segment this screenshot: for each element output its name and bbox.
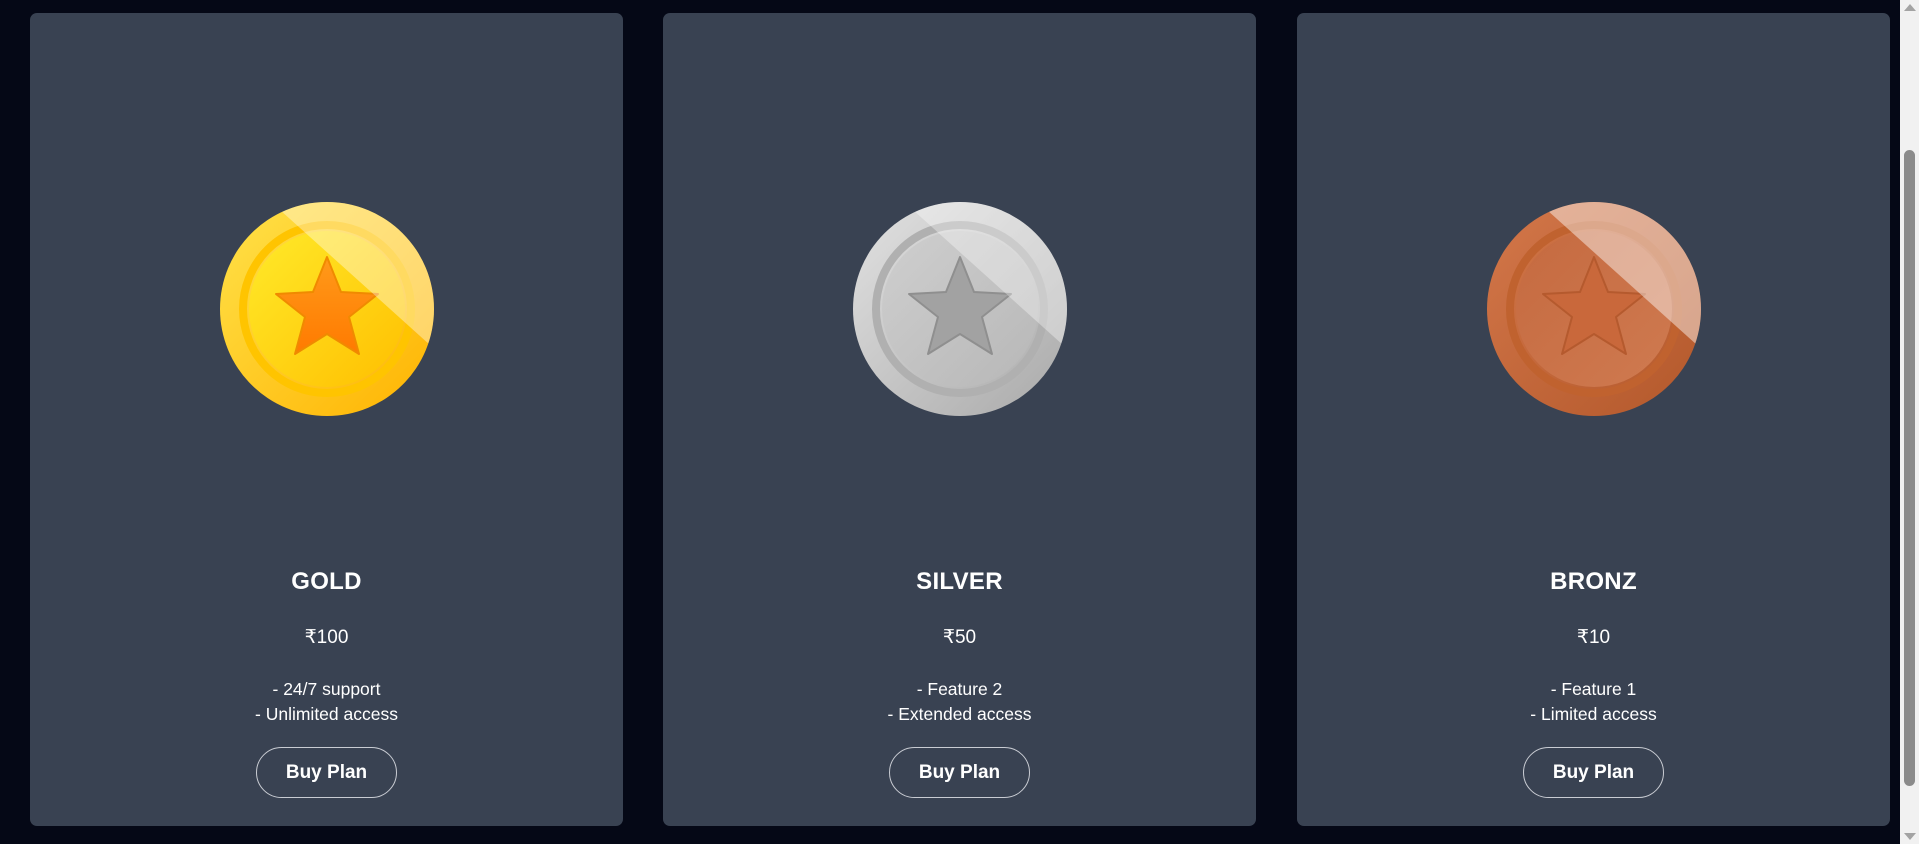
scroll-down-arrow-icon[interactable] — [1904, 833, 1916, 840]
buy-plan-button-gold[interactable]: Buy Plan — [256, 747, 397, 798]
bronze-star-coin-icon — [1487, 202, 1701, 416]
pricing-page: GOLD ₹100 - 24/7 support - Unlimited acc… — [0, 0, 1919, 844]
plan-title: BRONZ — [1550, 568, 1637, 595]
feature-item: - Feature 2 — [916, 679, 1003, 699]
plan-features: - Feature 2 - Extended access — [663, 677, 1256, 727]
feature-item: - Extended access — [887, 704, 1032, 724]
plan-features: - 24/7 support - Unlimited access — [30, 677, 623, 727]
plan-price: ₹10 — [1576, 627, 1611, 648]
scroll-up-arrow-icon[interactable] — [1904, 4, 1916, 11]
feature-item: - 24/7 support — [272, 679, 381, 699]
feature-item: - Limited access — [1530, 704, 1657, 724]
plan-features: - Feature 1 - Limited access — [1297, 677, 1890, 727]
buy-plan-button-bronze[interactable]: Buy Plan — [1523, 747, 1664, 798]
plan-card-bronze: BRONZ ₹10 - Feature 1 - Limited access B… — [1297, 13, 1890, 826]
buy-plan-button-silver[interactable]: Buy Plan — [889, 747, 1030, 798]
scrollbar-thumb[interactable] — [1904, 150, 1915, 786]
plan-card-silver: SILVER ₹50 - Feature 2 - Extended access… — [663, 13, 1256, 826]
plan-title: SILVER — [916, 568, 1003, 595]
plan-title: GOLD — [291, 568, 362, 595]
plan-card-gold: GOLD ₹100 - 24/7 support - Unlimited acc… — [30, 13, 623, 826]
feature-item: - Feature 1 — [1550, 679, 1637, 699]
plan-price: ₹100 — [304, 627, 349, 648]
feature-item: - Unlimited access — [255, 704, 398, 724]
vertical-scrollbar[interactable] — [1900, 0, 1919, 844]
plan-price: ₹50 — [942, 627, 977, 648]
silver-star-coin-icon — [853, 202, 1067, 416]
pricing-cards: GOLD ₹100 - 24/7 support - Unlimited acc… — [0, 0, 1900, 844]
gold-star-coin-icon — [220, 202, 434, 416]
